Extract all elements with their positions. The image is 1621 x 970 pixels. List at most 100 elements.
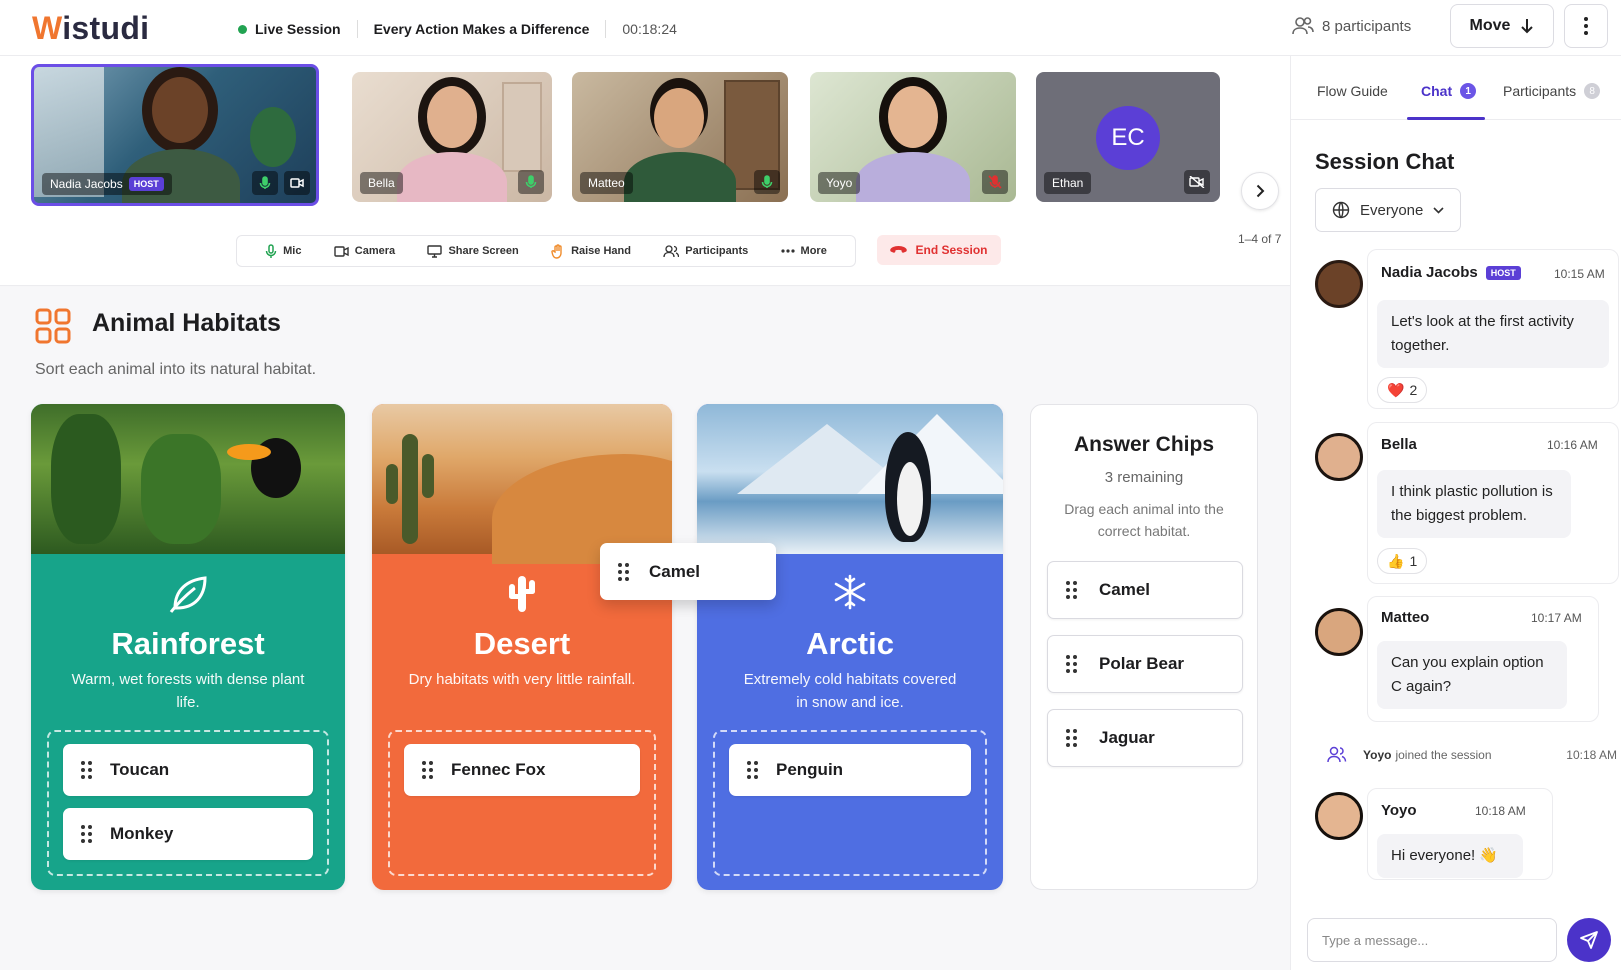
drag-handle-icon[interactable] (1066, 655, 1077, 673)
avatar[interactable] (1315, 433, 1363, 481)
activity-title: Animal Habitats (92, 309, 281, 337)
phone-hangup-icon (890, 246, 908, 253)
answer-chip[interactable]: Camel (1047, 561, 1243, 619)
more-options-button[interactable] (1564, 4, 1608, 48)
next-videos-button[interactable] (1241, 172, 1279, 210)
cactus-shape (402, 434, 418, 544)
habitat-card-arctic[interactable]: Arctic Extremely cold habitats covered i… (697, 404, 1003, 890)
cactus-arm-shape (422, 454, 434, 498)
video-camera-icon (290, 178, 304, 188)
camera-button[interactable]: Camera (334, 245, 395, 257)
users-icon (663, 244, 680, 257)
system-message-name: Yoyo (1363, 748, 1392, 762)
activity-subtitle: Sort each animal into its natural habita… (35, 361, 317, 378)
participants-count-button[interactable]: 8 participants (1292, 16, 1411, 36)
tab-chat[interactable]: Chat 1 (1421, 83, 1477, 99)
tree-shape (51, 414, 121, 544)
avatar[interactable] (1315, 792, 1363, 840)
host-badge: HOST (128, 177, 164, 191)
end-session-label: End Session (915, 243, 988, 257)
session-timer: 00:18:24 (622, 21, 677, 37)
video-tile-matteo[interactable]: Matteo (572, 72, 788, 202)
raise-hand-label: Raise Hand (571, 245, 631, 257)
move-label: Move (1469, 17, 1511, 34)
message-text: Let's look at the first activity togethe… (1377, 300, 1609, 368)
video-tile-ethan[interactable]: EC Ethan (1036, 72, 1220, 202)
habitat-dropzone[interactable]: Penguin (713, 730, 987, 876)
participant-face (888, 86, 938, 148)
drag-handle-icon[interactable] (81, 761, 92, 779)
penguin-belly-shape (897, 462, 923, 536)
message-author: Bella (1381, 436, 1417, 453)
dragging-chip[interactable]: Camel (600, 543, 776, 600)
send-message-button[interactable] (1567, 918, 1611, 962)
drag-handle-icon[interactable] (618, 562, 629, 581)
chat-sidebar: Flow Guide Chat 1 Participants 8 Session C… (1290, 56, 1621, 970)
cactus-arm-shape (386, 464, 398, 504)
participants-button[interactable]: Participants (663, 244, 749, 258)
desert-image (372, 404, 672, 564)
mic-icon (259, 176, 271, 189)
answer-chip[interactable]: Penguin (729, 744, 971, 796)
sidebar-tabs: Flow Guide Chat 1 Participants 8 (1291, 56, 1621, 120)
chips-instructions: Drag each animal into the correct habita… (1064, 501, 1224, 539)
tab-flow-guide[interactable]: Flow Guide (1317, 83, 1388, 99)
answer-chip[interactable]: Polar Bear (1047, 635, 1243, 693)
tab-label: Participants (1503, 83, 1577, 99)
participant-body (397, 152, 507, 202)
drag-handle-icon[interactable] (81, 825, 92, 843)
participants-count-badge: 8 (1584, 83, 1601, 99)
video-name-tag: Bella (360, 172, 403, 194)
move-button[interactable]: Move (1450, 4, 1554, 48)
session-meta: Live Session Every Action Makes a Differ… (238, 20, 677, 38)
drag-handle-icon[interactable] (1066, 729, 1077, 747)
habitat-card-desert[interactable]: Desert Dry habitats with very little rai… (372, 404, 672, 890)
reaction-heart[interactable]: ❤️ 2 (1377, 377, 1428, 403)
share-screen-button[interactable]: Share Screen (427, 244, 519, 258)
participant-face (152, 77, 208, 143)
divider (356, 20, 358, 38)
answer-chip[interactable]: Jaguar (1047, 709, 1243, 767)
drag-handle-icon[interactable] (422, 761, 433, 779)
answer-chip[interactable]: Fennec Fox (404, 744, 640, 796)
monitor-icon (427, 244, 443, 258)
habitat-dropzone[interactable]: Fennec Fox (388, 730, 656, 876)
habitat-dropzone[interactable]: Toucan Monkey (47, 730, 329, 876)
more-button[interactable]: More (780, 245, 827, 257)
participant-body (856, 152, 970, 202)
habitat-card-rainforest[interactable]: Rainforest Warm, wet forests with dense … (31, 404, 345, 890)
tab-participants[interactable]: Participants 8 (1503, 83, 1601, 99)
end-session-button[interactable]: End Session (877, 235, 1001, 265)
video-tile-bella[interactable]: Bella (352, 72, 552, 202)
video-name-tag: Yoyo (818, 172, 861, 194)
video-tile-nadia[interactable]: Nadia Jacobs HOST (31, 64, 319, 206)
globe-icon (1332, 201, 1350, 219)
drag-handle-icon[interactable] (1066, 581, 1077, 599)
participants-label: Participants (685, 245, 749, 257)
chevron-right-icon (1256, 184, 1264, 198)
mic-button[interactable]: Mic (265, 243, 302, 259)
divider (605, 20, 607, 38)
chip-label: Fennec Fox (451, 760, 546, 779)
camera-status (1184, 170, 1210, 194)
mic-label: Mic (283, 245, 302, 257)
answer-chip[interactable]: Toucan (63, 744, 313, 796)
drag-handle-icon[interactable] (747, 761, 758, 779)
avatar[interactable] (1315, 608, 1363, 656)
heart-icon: ❤️ (1387, 381, 1405, 398)
answer-chip[interactable]: Monkey (63, 808, 313, 860)
avatar[interactable] (1315, 260, 1363, 308)
live-status-dot (238, 24, 247, 34)
message-author: Yoyo (1381, 802, 1417, 819)
mic-status (982, 170, 1008, 194)
chat-message-input[interactable] (1307, 918, 1557, 962)
toucan-beak-shape (227, 444, 271, 460)
video-tile-yoyo[interactable]: Yoyo (810, 72, 1016, 202)
system-message-text: joined the session (1395, 748, 1492, 762)
users-icon (1327, 746, 1347, 763)
initials-avatar: EC (1096, 106, 1160, 170)
audience-select[interactable]: Everyone (1315, 188, 1461, 232)
reaction-thumbs-up[interactable]: 👍 1 (1377, 548, 1428, 574)
app-logo[interactable]: Wistudi (32, 10, 149, 47)
raise-hand-button[interactable]: Raise Hand (551, 243, 631, 259)
